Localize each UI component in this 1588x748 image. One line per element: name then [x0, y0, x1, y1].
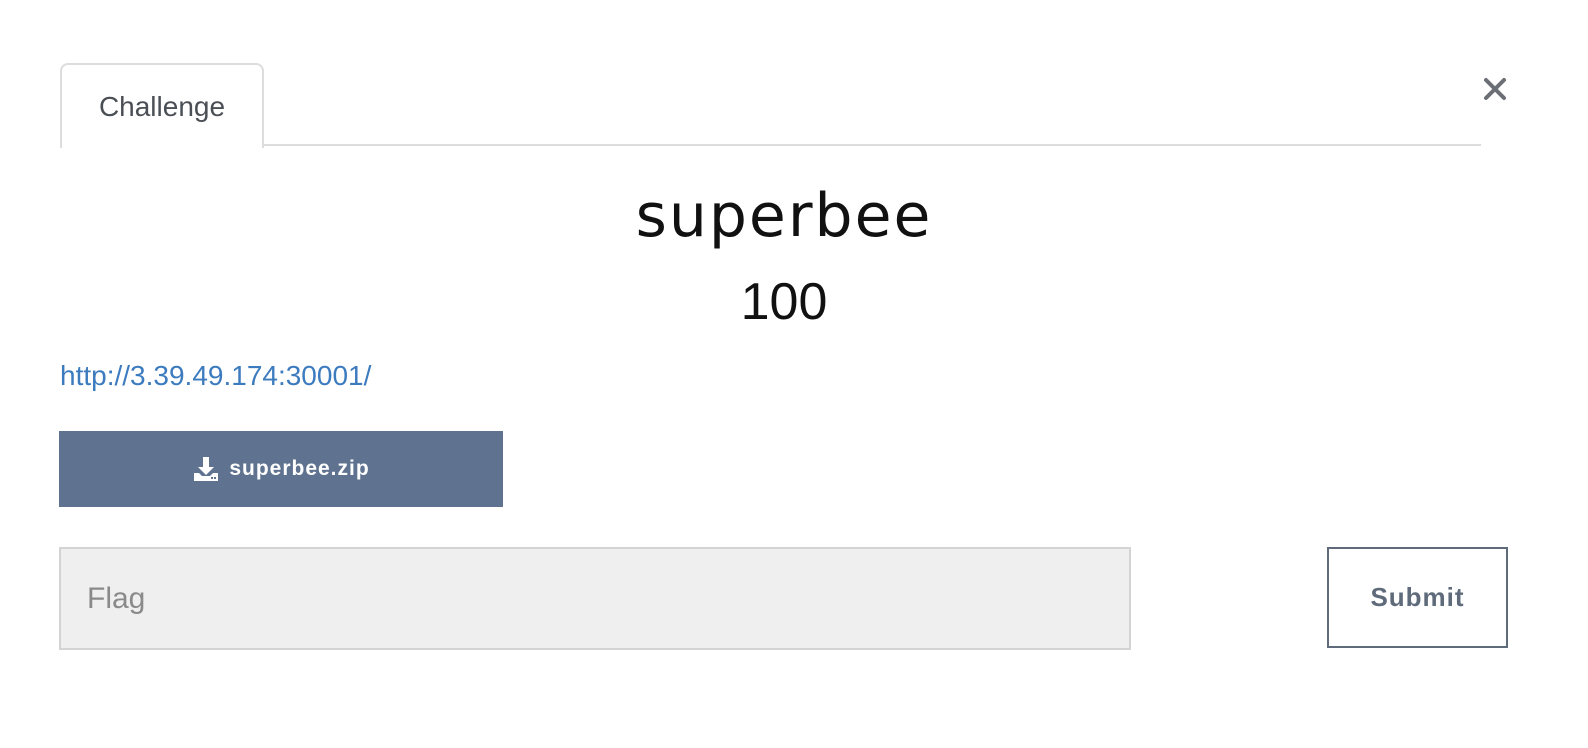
tab-challenge-label: Challenge: [98, 90, 226, 122]
tab-bar: Challenge: [60, 63, 1481, 148]
challenge-link[interactable]: http://3.39.49.174:30001/: [60, 356, 371, 396]
challenge-modal: Challenge superbee 100 http://3.39.49.17…: [0, 0, 1588, 748]
close-icon: [1484, 78, 1506, 100]
challenge-points: 100: [740, 273, 828, 331]
flag-input[interactable]: [59, 547, 1131, 650]
tab-challenge[interactable]: Challenge: [60, 63, 264, 148]
download-icon: [194, 457, 219, 481]
close-button[interactable]: [1474, 68, 1516, 110]
challenge-title: superbee: [635, 181, 933, 251]
submit-button[interactable]: Submit: [1327, 547, 1508, 648]
download-file-button[interactable]: superbee.zip: [59, 431, 503, 507]
download-file-name: superbee.zip: [229, 457, 370, 480]
